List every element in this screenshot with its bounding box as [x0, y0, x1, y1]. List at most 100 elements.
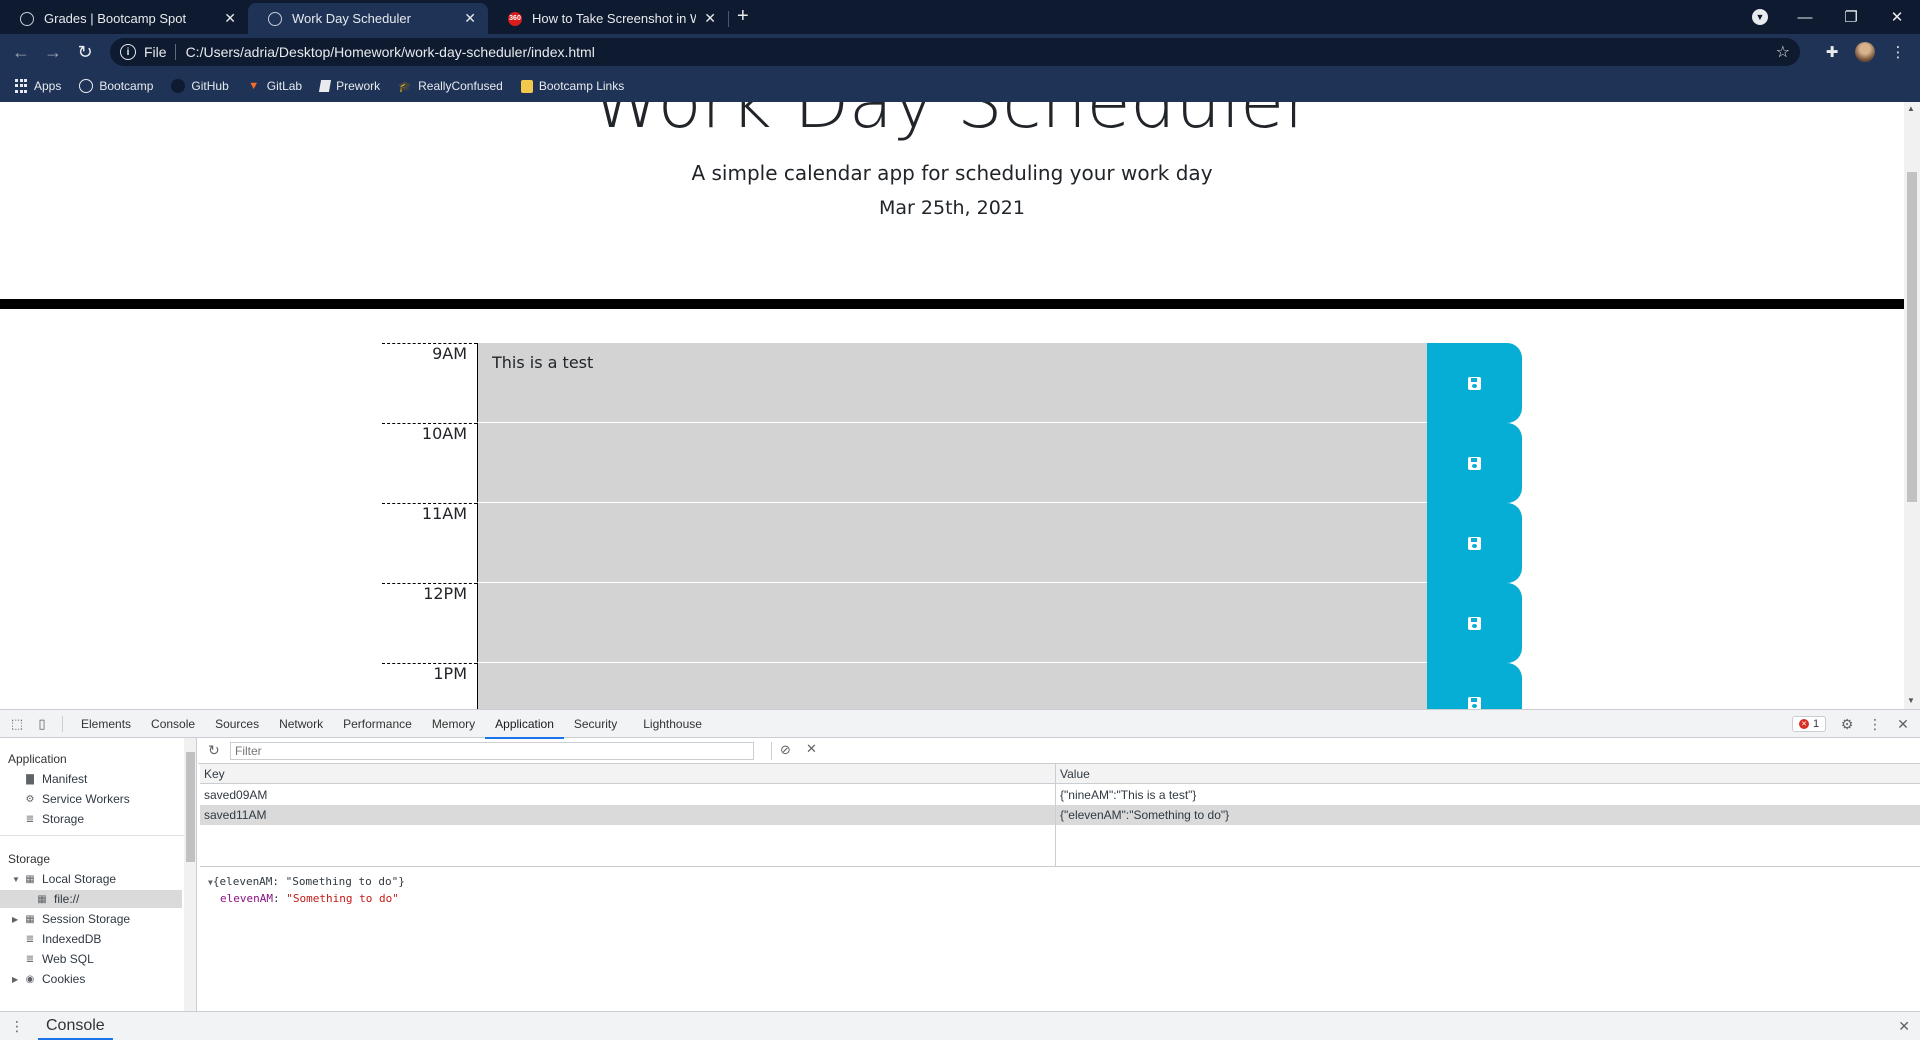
- event-textarea[interactable]: [477, 663, 1427, 709]
- save-button[interactable]: [1427, 583, 1522, 663]
- menu-kebab-icon[interactable]: ⋮: [1888, 42, 1908, 62]
- grid-table-icon: ▦: [25, 913, 35, 925]
- forward-arrow-icon[interactable]: →: [42, 41, 64, 63]
- omnibox-separator: [174, 44, 176, 60]
- device-toolbar-icon[interactable]: ▯: [34, 716, 50, 732]
- column-header-value[interactable]: Value: [1056, 764, 1090, 784]
- bookmark-gitlab[interactable]: ▼ GitLab: [247, 79, 302, 93]
- save-button[interactable]: [1427, 503, 1522, 583]
- bookmark-apps[interactable]: Apps: [14, 79, 61, 93]
- close-icon[interactable]: ✕: [704, 10, 716, 27]
- sidebar-item-indexeddb[interactable]: ≣ IndexedDB: [24, 932, 102, 946]
- tab-memory[interactable]: Memory: [422, 710, 485, 738]
- inspect-element-icon[interactable]: ⬚: [9, 716, 25, 732]
- time-block-row: 9AM This is a test: [382, 343, 1522, 423]
- gear-icon: ⚙: [25, 793, 35, 805]
- bookmark-star-icon[interactable]: ☆: [1776, 42, 1790, 62]
- back-arrow-icon[interactable]: ←: [10, 41, 32, 63]
- tab-console[interactable]: Console: [141, 710, 205, 738]
- delete-selected-icon[interactable]: ✕: [806, 741, 817, 757]
- sidebar-item-session-storage[interactable]: ▶ ▦ Session Storage: [12, 912, 130, 926]
- sidebar-item-storage-overview[interactable]: ≣ Storage: [24, 812, 84, 826]
- database-icon: ≣: [25, 933, 35, 945]
- sidebar-item-local-storage[interactable]: ▼ ▦ Local Storage: [12, 872, 116, 886]
- tab-performance[interactable]: Performance: [333, 710, 422, 738]
- new-tab-button[interactable]: +: [737, 5, 749, 28]
- refresh-icon[interactable]: ↻: [208, 742, 220, 759]
- extensions-puzzle-icon[interactable]: ✚: [1822, 42, 1842, 62]
- tab-work-day-scheduler[interactable]: Work Day Scheduler ✕: [248, 3, 488, 34]
- bookmark-reallyconfused[interactable]: 🎓 ReallyConfused: [398, 79, 503, 93]
- bookmark-prework[interactable]: Prework: [319, 79, 380, 93]
- restore-button[interactable]: ❐: [1828, 0, 1874, 34]
- scrollbar-thumb[interactable]: [186, 752, 195, 862]
- minimize-button[interactable]: —: [1782, 0, 1828, 34]
- drawer-close-icon[interactable]: ✕: [1898, 1018, 1910, 1035]
- tab-grades[interactable]: Grades | Bootcamp Spot ✕: [0, 3, 248, 34]
- collapse-triangle-icon[interactable]: ▶: [12, 915, 22, 924]
- sidebar-item-label: Storage: [42, 812, 85, 826]
- event-textarea[interactable]: [477, 583, 1427, 663]
- scroll-up-icon[interactable]: ▲: [1907, 104, 1915, 113]
- column-header-key[interactable]: Key: [200, 764, 225, 784]
- profile-avatar[interactable]: [1855, 42, 1875, 62]
- scroll-down-icon[interactable]: ▼: [1907, 696, 1915, 705]
- bookmark-github[interactable]: GitHub: [171, 79, 229, 93]
- header-border: [0, 299, 1904, 309]
- info-icon[interactable]: i: [120, 44, 136, 60]
- sidebar-scrollbar[interactable]: [184, 738, 196, 1018]
- event-textarea[interactable]: [477, 503, 1427, 583]
- close-icon[interactable]: ✕: [464, 10, 476, 27]
- sidebar-item-service-workers[interactable]: ⚙ Service Workers: [24, 792, 130, 806]
- table-row[interactable]: saved09AM {"nineAM":"This is a test"}: [200, 785, 1920, 805]
- drawer-menu-icon[interactable]: ⋮: [10, 1018, 24, 1035]
- save-button[interactable]: [1427, 663, 1522, 709]
- url-text[interactable]: C:/Users/adria/Desktop/Homework/work-day…: [186, 44, 595, 60]
- globe-icon: [20, 11, 34, 26]
- tab-strip: Grades | Bootcamp Spot ✕ Work Day Schedu…: [0, 0, 1920, 34]
- window-close-button[interactable]: ✕: [1874, 0, 1920, 34]
- bookmark-label: Bootcamp Links: [538, 79, 625, 93]
- devtools-close-icon[interactable]: ✕: [1894, 715, 1912, 733]
- expand-triangle-icon[interactable]: ▼: [12, 875, 22, 884]
- page-title: Work Day Scheduler: [591, 102, 1313, 144]
- clear-all-icon[interactable]: ⊘: [780, 742, 791, 758]
- filter-input[interactable]: [230, 742, 754, 760]
- column-divider[interactable]: [1055, 764, 1056, 867]
- table-row[interactable]: saved11AM {"elevenAM":"Something to do"}: [200, 805, 1920, 825]
- tab-elements[interactable]: Elements: [71, 710, 141, 738]
- tab-sources[interactable]: Sources: [205, 710, 269, 738]
- error-count-badge[interactable]: ✕ 1: [1792, 716, 1827, 732]
- bookmark-bootcamp[interactable]: Bootcamp: [79, 79, 153, 93]
- download-indicator-icon[interactable]: ▼: [1752, 9, 1768, 25]
- devtools-menu-icon[interactable]: ⋮: [1866, 715, 1884, 733]
- sidebar-item-manifest[interactable]: ▇ Manifest: [24, 772, 87, 786]
- close-icon[interactable]: ✕: [224, 10, 236, 27]
- time-block-row: 10AM: [382, 423, 1522, 503]
- scrollbar-thumb[interactable]: [1907, 172, 1917, 502]
- sidebar-item-local-storage-file[interactable]: ▦ file://: [36, 892, 79, 906]
- page-scrollbar[interactable]: ▲ ▼: [1904, 102, 1920, 709]
- address-bar[interactable]: i File C:/Users/adria/Desktop/Homework/w…: [110, 38, 1800, 66]
- tab-security[interactable]: Security: [564, 710, 627, 738]
- preview-summary[interactable]: ▼{elevenAM: "Something to do"}: [208, 874, 405, 891]
- bookmark-folder-bootcamp-links[interactable]: Bootcamp Links: [520, 79, 625, 93]
- event-textarea[interactable]: This is a test: [477, 343, 1427, 423]
- drawer-tab-console[interactable]: Console: [38, 1012, 113, 1040]
- save-button[interactable]: [1427, 343, 1522, 423]
- key-value-table: Key Value saved09AM {"nineAM":"This is a…: [200, 764, 1920, 867]
- property-key: elevenAM: [220, 892, 273, 905]
- tab-network[interactable]: Network: [269, 710, 333, 738]
- settings-gear-icon[interactable]: ⚙: [1838, 715, 1856, 733]
- sidebar-item-web-sql[interactable]: ≣ Web SQL: [24, 952, 94, 966]
- tab-lighthouse[interactable]: Lighthouse: [633, 710, 712, 738]
- hour-label: 10AM: [382, 423, 477, 503]
- save-button[interactable]: [1427, 423, 1522, 503]
- tab-application[interactable]: Application: [485, 710, 564, 739]
- event-textarea[interactable]: [477, 423, 1427, 503]
- tab-screenshot-guide[interactable]: 360 How to Take Screenshot in Windows ✕: [488, 3, 728, 34]
- sidebar-item-cookies[interactable]: ▶ ◉ Cookies: [12, 972, 85, 986]
- reload-icon[interactable]: ↻: [74, 41, 96, 63]
- collapse-triangle-icon[interactable]: ▶: [12, 975, 22, 984]
- time-block-row: 11AM: [382, 503, 1522, 583]
